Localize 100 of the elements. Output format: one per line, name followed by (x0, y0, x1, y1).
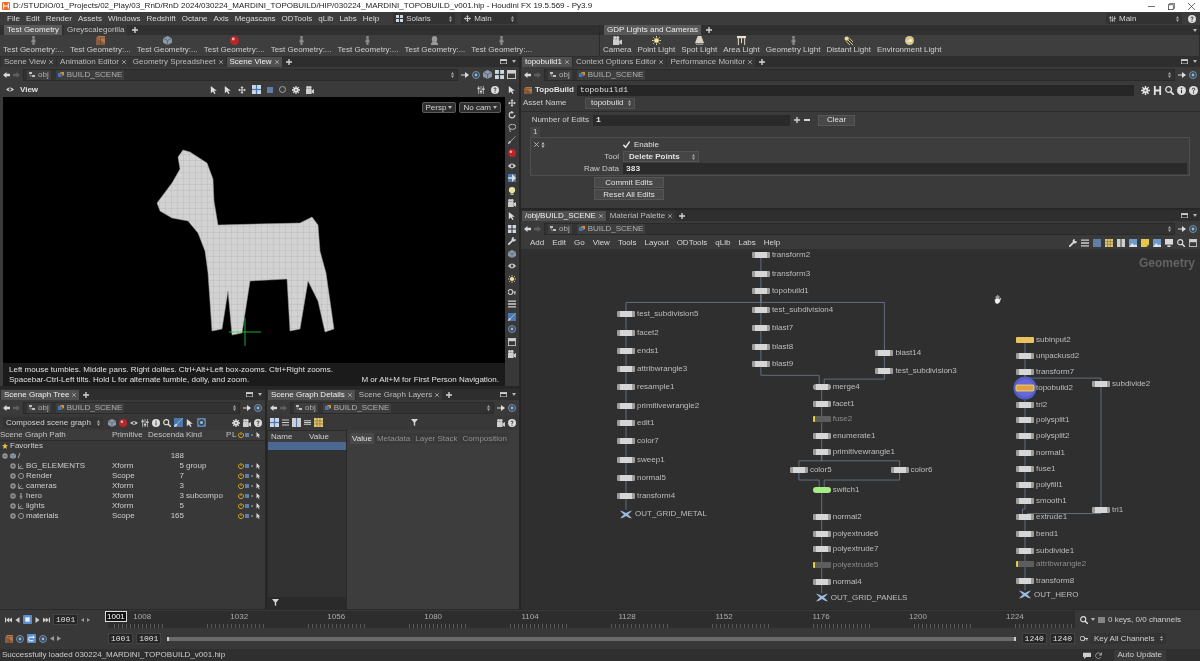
dropdown-caret-icon[interactable] (1193, 214, 1197, 217)
network-node[interactable] (1016, 336, 1034, 343)
power-icon[interactable] (238, 483, 244, 489)
dropdown-caret-icon[interactable] (512, 393, 516, 396)
square-icon[interactable] (1093, 238, 1101, 247)
null-node[interactable] (1019, 590, 1031, 600)
frame-range-field[interactable]: 1001 (136, 633, 162, 644)
lasso-icon[interactable] (508, 123, 516, 132)
path-segment[interactable]: BUILD_SCENE (55, 69, 125, 80)
menu-item[interactable]: Tools (617, 238, 637, 247)
circle-icon[interactable] (1189, 224, 1197, 233)
column-header[interactable]: Name (271, 432, 309, 441)
menu-item[interactable]: qLib (715, 238, 731, 247)
path-segment[interactable]: obj (548, 69, 572, 80)
right-arrow-icon[interactable] (1178, 225, 1186, 232)
column-header[interactable]: L (232, 431, 238, 439)
pane-tab[interactable]: Context Options Editor (572, 57, 667, 67)
power-icon[interactable] (238, 513, 244, 519)
camera-icon[interactable] (497, 418, 505, 427)
menu-item[interactable]: View (592, 238, 610, 247)
list-icon[interactable] (304, 420, 311, 425)
network-node[interactable] (812, 383, 831, 390)
raw-data-field[interactable]: 383 (623, 163, 1187, 174)
network-node[interactable] (751, 307, 770, 314)
help-icon[interactable] (508, 418, 516, 427)
panel-layout-icon[interactable] (508, 337, 516, 346)
shelf-tool[interactable]: Test Geometry:... (2, 36, 65, 54)
crate-icon[interactable] (5, 634, 13, 643)
dropdown-caret-icon[interactable] (258, 393, 262, 396)
grid-icon[interactable] (508, 224, 516, 233)
shelf-tab[interactable]: Test Geometry (4, 25, 62, 35)
cube-icon[interactable] (108, 418, 116, 427)
circle-icon[interactable] (39, 634, 47, 643)
path-segment[interactable]: obj (27, 402, 51, 413)
network-node[interactable] (1016, 578, 1034, 584)
path-field[interactable]: obj BUILD_SCENE (544, 222, 1175, 235)
step-right-icon[interactable] (87, 617, 91, 622)
pane-tab[interactable]: Scene Graph Details (268, 390, 355, 400)
menu-item[interactable]: Help (362, 14, 380, 23)
update-mode-dropdown[interactable]: Auto Update (1113, 649, 1166, 661)
checkbox[interactable] (623, 141, 630, 148)
frame-range-field[interactable]: 1001 (108, 633, 134, 644)
cube-icon[interactable] (508, 249, 516, 258)
dropdown-caret-icon[interactable] (1091, 618, 1095, 621)
circle-icon[interactable] (1189, 70, 1197, 79)
shelf-tool[interactable]: Test Geometry:... (135, 36, 199, 54)
number-field[interactable]: 1 (593, 114, 790, 126)
network-node[interactable] (812, 562, 831, 569)
list-icon[interactable] (282, 419, 289, 426)
settings-icon[interactable] (1141, 85, 1150, 95)
reorder-arrows-icon[interactable] (541, 141, 545, 148)
panel-layout-icon[interactable] (500, 59, 507, 64)
settings-icon[interactable] (232, 418, 240, 427)
back-arrow-icon[interactable] (270, 404, 277, 411)
plus-icon[interactable] (706, 27, 712, 33)
panel-layout-icon[interactable] (1189, 238, 1197, 247)
plus-icon[interactable] (759, 58, 766, 65)
camera-icon[interactable] (508, 199, 516, 208)
info-icon[interactable] (1177, 85, 1186, 95)
network-node[interactable] (751, 251, 770, 258)
cube-icon[interactable] (483, 70, 492, 79)
network-node[interactable] (617, 347, 635, 354)
shelf-tool[interactable]: Test Geometry:... (202, 36, 266, 54)
path-segment[interactable]: BUILD_SCENE (576, 69, 646, 80)
shelf-tool[interactable]: Test Geometry:... (403, 36, 467, 54)
monitor-icon[interactable] (1165, 238, 1173, 247)
shelf-tab[interactable]: GDP Lights and Cameras (604, 25, 701, 35)
sun-icon[interactable] (508, 274, 516, 283)
plus-icon[interactable] (83, 391, 90, 398)
pane-tab[interactable]: Scene View (1, 57, 57, 67)
network-node[interactable] (1016, 498, 1034, 505)
timeline-ruler[interactable]: 1001 1008 1032 1056 1080 1104 1128 1152 1176 1200 1224 (108, 611, 1075, 628)
path-segment[interactable]: obj (294, 402, 318, 413)
plus-icon[interactable] (132, 27, 139, 33)
speech-bubble-icon[interactable] (1082, 651, 1091, 659)
circle-icon[interactable] (508, 325, 516, 334)
panel-layout-icon[interactable] (1181, 59, 1188, 64)
network-node[interactable] (1016, 433, 1034, 440)
network-node[interactable] (1016, 530, 1034, 537)
shelf-tool[interactable]: Point Light (636, 36, 677, 54)
network-node[interactable] (617, 493, 635, 500)
right-arrow-icon[interactable] (461, 71, 469, 78)
menu-item[interactable]: qLib (318, 14, 334, 23)
inspector-tab[interactable]: Metadata (374, 433, 413, 444)
grid-icon[interactable] (495, 70, 504, 79)
menu-item[interactable]: Megascans (234, 14, 276, 23)
step-right-icon[interactable] (57, 636, 61, 641)
filter-icon[interactable] (272, 599, 279, 606)
camera-icon[interactable] (243, 418, 251, 427)
asset-name-dropdown[interactable]: topobuild (585, 97, 636, 109)
menu-item[interactable]: Help (763, 238, 781, 247)
sphere-icon[interactable] (508, 148, 516, 157)
pointer-icon[interactable] (256, 432, 261, 438)
network-node[interactable] (1013, 375, 1037, 400)
network-node[interactable] (617, 311, 635, 318)
refresh-icon[interactable] (1094, 651, 1102, 659)
brush-icon[interactable] (508, 312, 516, 321)
network-node[interactable] (812, 546, 831, 553)
brush-icon[interactable] (508, 136, 516, 145)
shelf-tab[interactable]: Greyscalegorilla (64, 25, 128, 35)
